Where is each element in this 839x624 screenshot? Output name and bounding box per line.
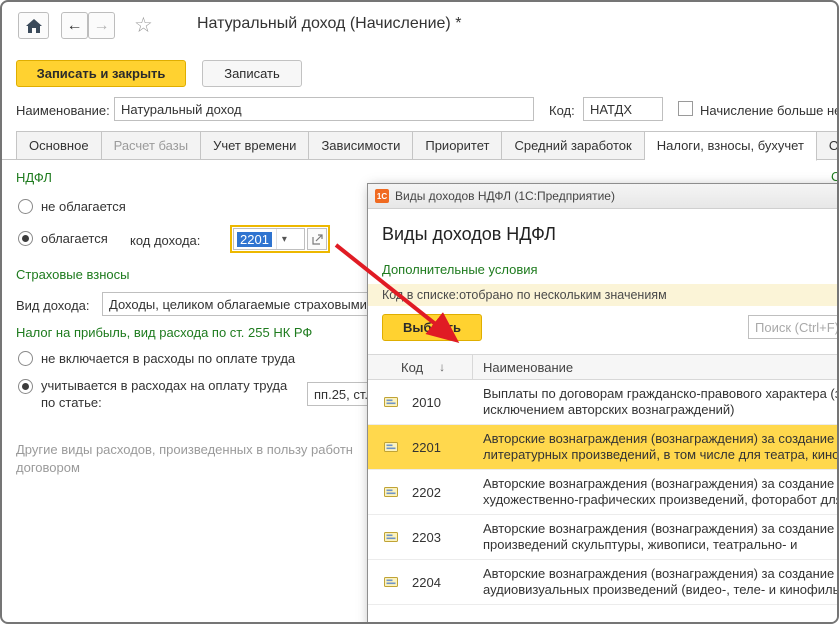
row-name: Авторские вознаграждения (вознаграждения… [483, 566, 839, 598]
table-row-2204[interactable]: 2204 Авторские вознаграждения (вознаграж… [368, 560, 839, 605]
dropdown-icon[interactable]: ▾ [275, 229, 292, 249]
tab-raschet-bazy: Расчет базы [101, 131, 202, 160]
row-name: Авторские вознаграждения (вознаграждения… [483, 476, 839, 508]
ndfl-section-header: НДФЛ [16, 170, 52, 185]
tab-osnovnoe[interactable]: Основное [16, 131, 102, 160]
row-name-line2: аудиовизуальных произведений (видео-, те… [483, 582, 839, 597]
tab-opisanie[interactable]: Описание [816, 131, 837, 160]
tab-nalogi-vznosy-buhuchet[interactable]: Налоги, взносы, бухучет [644, 131, 817, 161]
row-name-line2: художественно-графических произведений, … [483, 492, 839, 507]
code-label: Код: [549, 103, 575, 118]
row-name-line1: Авторские вознаграждения (вознаграждения… [483, 566, 835, 581]
row-name-line2: произведений скульптуры, живописи, театр… [483, 537, 798, 552]
tab-uchet-vremeni[interactable]: Учет времени [201, 131, 310, 160]
1c-app-icon: 1С [375, 189, 389, 203]
radio-taxed[interactable]: облагается [18, 231, 108, 246]
tab-bar: Основное Расчет базы Учет времени Зависи… [2, 131, 837, 161]
select-button[interactable]: Выбрать [382, 314, 482, 341]
open-button[interactable] [307, 228, 327, 250]
radio-label: учитывается в расходах на оплату труда п… [41, 378, 288, 410]
row-code: 2010 [412, 394, 441, 410]
row-name-line1: Авторские вознаграждения (вознаграждения… [483, 431, 835, 446]
save-button[interactable]: Записать [202, 60, 302, 87]
filter-info-bar: Код в списке:отобрано по нескольким знач… [368, 284, 837, 306]
row-name: Авторские вознаграждения (вознаграждения… [483, 521, 837, 553]
table-row-2010[interactable]: 2010 Выплаты по договорам гражданско-пра… [368, 380, 839, 425]
income-code-combo[interactable]: 2201 ▾ [230, 225, 330, 253]
insurance-section-header: Страховые взносы [16, 267, 130, 282]
back-button[interactable]: ← [61, 12, 88, 39]
row-name-line1: Авторские вознаграждения (вознаграждения… [483, 521, 835, 536]
back-icon: ← [66, 16, 83, 34]
popup-window: 1С Виды доходов НДФЛ (1С:Предприятие) Ви… [367, 183, 839, 622]
table-row-2203[interactable]: 2203 Авторские вознаграждения (вознаграж… [368, 515, 837, 560]
forward-icon: → [93, 16, 110, 34]
row-code: 2204 [412, 574, 441, 590]
table-header: Код ↓ Наименование [368, 354, 837, 380]
radio-label: облагается [41, 231, 108, 246]
tab-sredniy-zarabotok[interactable]: Средний заработок [502, 131, 645, 160]
catalog-item-icon [384, 396, 398, 408]
column-code-label: Код [401, 359, 424, 375]
row-name-line1: Авторские вознаграждения (вознаграждения… [483, 476, 835, 491]
home-icon [25, 18, 42, 33]
table-row-2202[interactable]: 2202 Авторские вознаграждения (вознаграж… [368, 470, 839, 515]
flag-label: Начисление больше не [700, 103, 839, 118]
tab-zavisimosti[interactable]: Зависимости [309, 131, 414, 160]
radio-not-included[interactable]: не включается в расходы по оплате труда [18, 351, 295, 366]
save-close-button[interactable]: Записать и закрыть [16, 60, 186, 87]
name-input[interactable] [114, 97, 534, 121]
radio-icon [18, 351, 33, 366]
row-name-line2: литературных произведений, в том числе д… [483, 447, 839, 462]
code-input[interactable] [583, 97, 663, 121]
radio-icon [18, 199, 33, 214]
page-title: Натуральный доход (Начисление) * [197, 15, 462, 32]
right-green-link[interactable]: С [831, 169, 837, 184]
home-button[interactable] [18, 12, 49, 39]
search-input[interactable] [748, 315, 837, 339]
open-icon [311, 233, 323, 245]
note-text-line1: Другие виды расходов, произведенных в по… [16, 442, 353, 457]
catalog-item-icon [384, 576, 398, 588]
income-type-label: Вид дохода: [16, 298, 90, 313]
note-text-line2: договором [16, 460, 80, 475]
radio-selected-icon [18, 231, 33, 246]
profit-tax-section-header: Налог на прибыль, вид расхода по ст. 255… [16, 325, 313, 340]
popup-titlebar[interactable]: 1С Виды доходов НДФЛ (1С:Предприятие) [368, 184, 837, 209]
popup-title: Виды доходов НДФЛ [382, 224, 556, 244]
row-name: Выплаты по договорам гражданско-правовог… [483, 386, 839, 418]
catalog-item-icon [384, 441, 398, 453]
catalog-item-icon [384, 486, 398, 498]
favorite-star-icon[interactable]: ☆ [134, 13, 153, 38]
radio-included[interactable]: учитывается в расходах на оплату труда п… [18, 377, 299, 411]
column-name-label: Наименование [483, 359, 574, 375]
sort-desc-icon: ↓ [439, 360, 446, 374]
row-name: Авторские вознаграждения (вознаграждения… [483, 431, 839, 463]
row-code: 2203 [412, 529, 441, 545]
app-window: ← → ☆ Натуральный доход (Начисление) * З… [0, 0, 839, 624]
column-header-code[interactable]: Код ↓ [368, 355, 473, 379]
radio-not-taxed[interactable]: не облагается [18, 199, 126, 214]
radio-label: не облагается [41, 199, 126, 214]
popup-titlebar-text: Виды доходов НДФЛ (1С:Предприятие) [395, 189, 615, 203]
name-label: Наименование: [16, 103, 110, 118]
row-name-line2: исключением авторских вознаграждений) [483, 402, 735, 417]
income-code-label: код дохода: [130, 233, 201, 248]
additional-conditions-link[interactable]: Дополнительные условия [382, 262, 538, 277]
row-name-line1: Выплаты по договорам гражданско-правовог… [483, 386, 839, 401]
tab-prioritet[interactable]: Приоритет [413, 131, 503, 160]
radio-selected-icon [18, 379, 33, 394]
row-code: 2201 [412, 439, 441, 455]
income-code-value: 2201 [237, 231, 272, 247]
table-row-2201-selected[interactable]: 2201 Авторские вознаграждения (вознаграж… [368, 425, 839, 470]
column-header-name[interactable]: Наименование [473, 360, 573, 375]
radio-label: не включается в расходы по оплате труда [41, 351, 296, 366]
forward-button[interactable]: → [88, 12, 115, 39]
article-value: пп.25, ст. [314, 386, 368, 402]
row-code: 2202 [412, 484, 441, 500]
flag-checkbox[interactable] [678, 101, 693, 116]
filter-info-text: Код в списке:отобрано по нескольким знач… [382, 288, 667, 302]
catalog-item-icon [384, 531, 398, 543]
